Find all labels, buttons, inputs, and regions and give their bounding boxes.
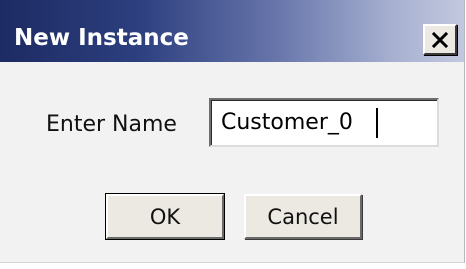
title-bar[interactable]: New Instance	[0, 0, 464, 62]
ok-button[interactable]: OK	[105, 193, 225, 240]
text-caret	[376, 108, 378, 138]
close-icon	[431, 31, 449, 48]
dialog-title: New Instance	[14, 25, 189, 51]
cancel-button[interactable]: Cancel	[244, 194, 362, 239]
new-instance-dialog: New Instance Enter Name OK Cancel	[0, 0, 465, 263]
enter-name-label: Enter Name	[46, 112, 177, 137]
name-input[interactable]	[209, 98, 439, 147]
close-button[interactable]	[423, 24, 457, 55]
